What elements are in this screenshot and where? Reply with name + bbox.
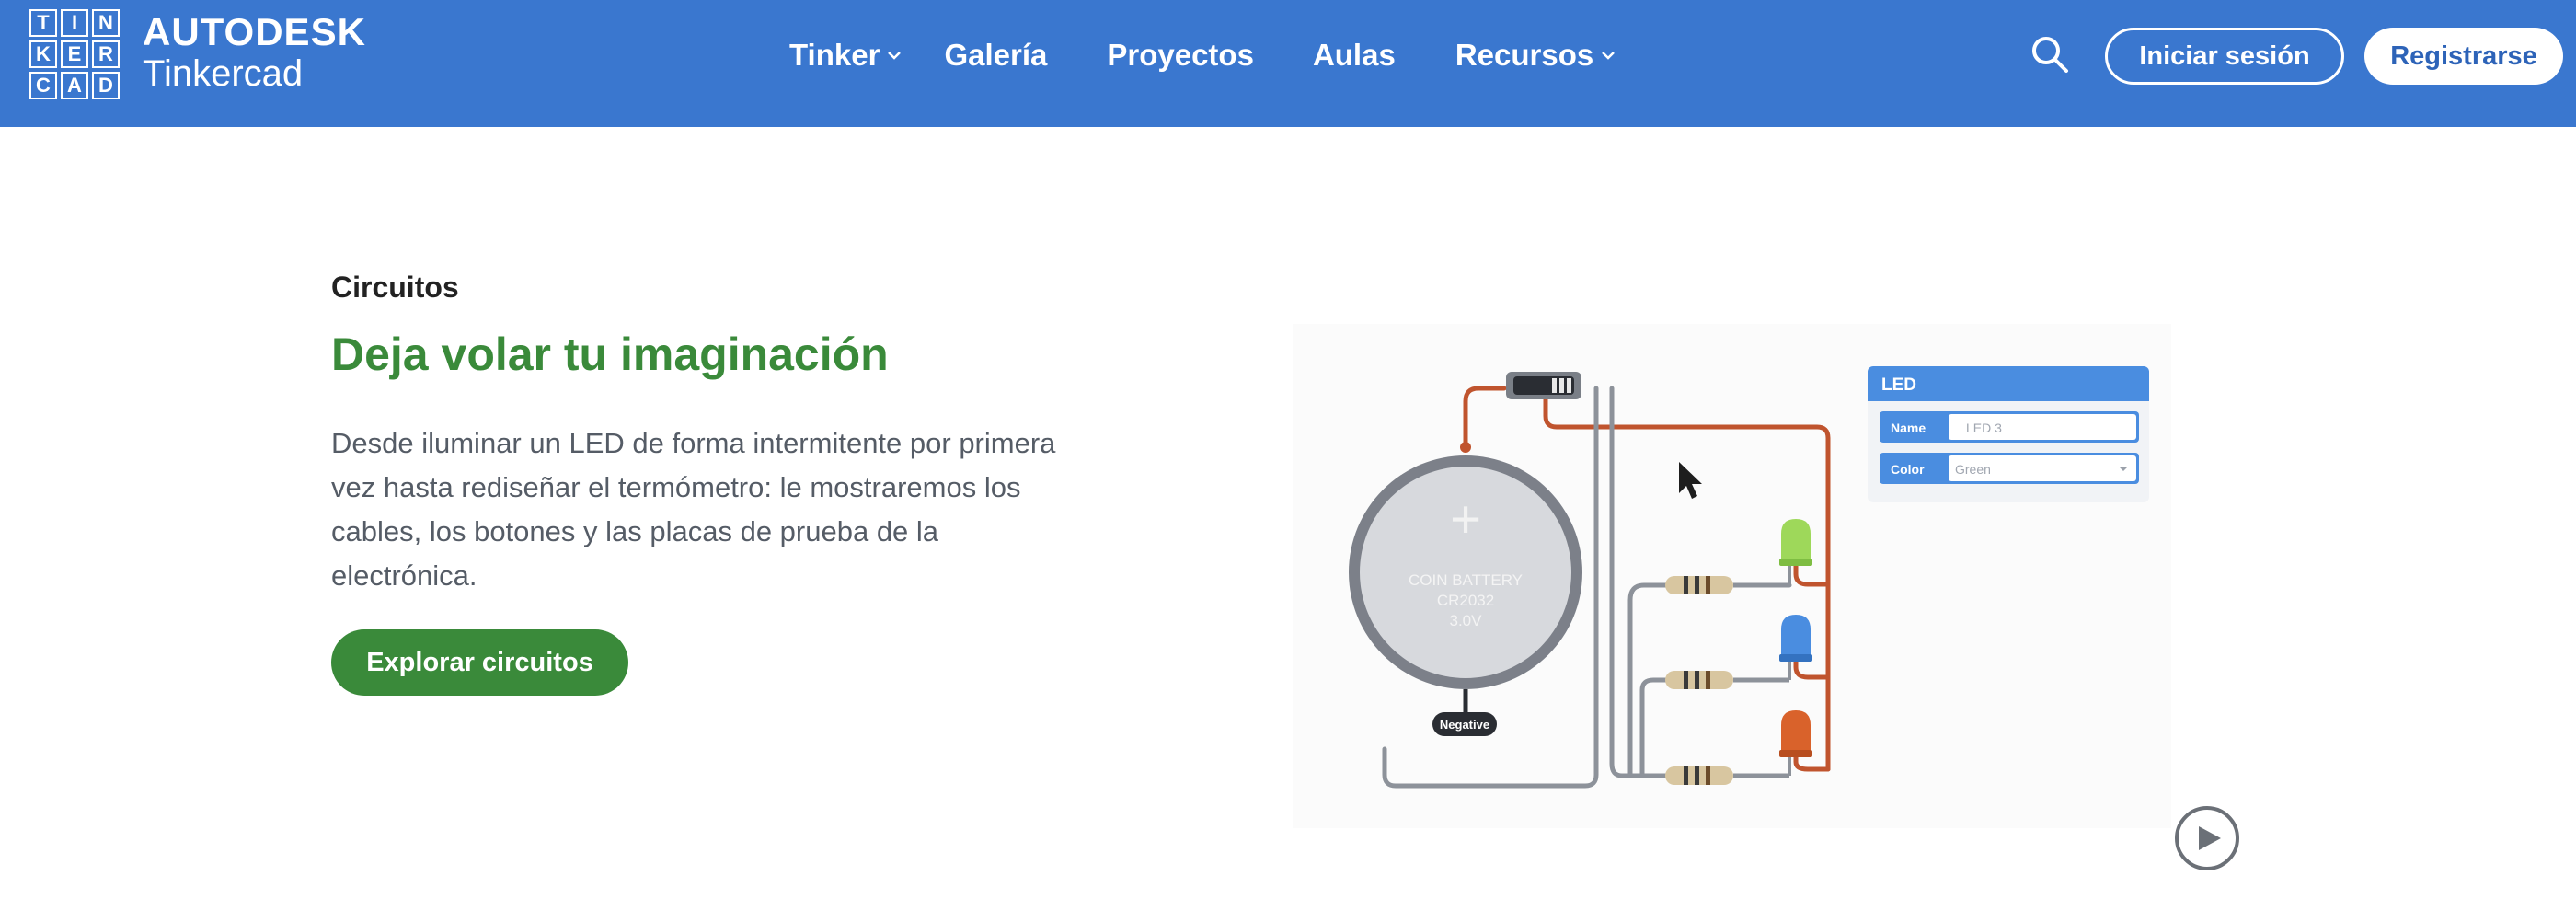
top-navigation-bar: T I N K E R C A D AUTODESK Tinkercad Tin…	[0, 0, 2576, 127]
nav-item-tinker[interactable]: Tinker	[789, 38, 902, 73]
circuit-illustration: + COIN BATTERY CR2032 3.0V Negative LED …	[1293, 324, 2171, 828]
chevron-down-icon	[1601, 51, 1616, 60]
nav-item-aulas[interactable]: Aulas	[1313, 38, 1396, 73]
nav-item-label: Recursos	[1455, 38, 1594, 72]
logo-letter: D	[92, 72, 120, 99]
name-field-label: Name	[1891, 421, 1926, 435]
nav-item-label: Tinker	[789, 38, 880, 72]
resistor	[1665, 671, 1789, 689]
color-field-label: Color	[1891, 462, 1925, 477]
section-eyebrow: Circuitos	[331, 271, 459, 304]
resistor	[1665, 576, 1789, 594]
explore-circuits-button[interactable]: Explorar circuitos	[331, 629, 628, 696]
switch-component	[1506, 372, 1581, 399]
logo-letter: I	[61, 9, 88, 37]
battery-label-line2: CR2032	[1437, 592, 1494, 609]
nav-item-recursos[interactable]: Recursos	[1455, 38, 1616, 73]
play-icon[interactable]	[2173, 804, 2241, 872]
color-field-value: Green	[1955, 462, 1991, 477]
logo-letter: A	[61, 72, 88, 99]
logo-letter: R	[92, 40, 120, 68]
panel-title: LED	[1881, 375, 1916, 395]
section-description: Desde iluminar un LED de forma intermite…	[331, 427, 1056, 592]
coin-battery: + COIN BATTERY CR2032 3.0V Negative	[1349, 442, 1582, 736]
nav-item-label: Proyectos	[1107, 38, 1254, 72]
section-headline: Deja volar tu imaginación	[331, 328, 889, 380]
battery-plus-symbol: +	[1450, 490, 1481, 549]
logo-letter: K	[29, 40, 57, 68]
logo-letter: C	[29, 72, 57, 99]
brand-name-tinkercad[interactable]: Tinkercad	[143, 55, 303, 92]
negative-terminal-label: Negative	[1440, 718, 1489, 732]
main-nav: Tinker Galería Proyectos Aulas Recursos	[789, 0, 1616, 110]
resistor	[1665, 766, 1789, 785]
nav-item-proyectos[interactable]: Proyectos	[1107, 38, 1254, 73]
register-button[interactable]: Registrarse	[2364, 28, 2563, 85]
login-button[interactable]: Iniciar sesión	[2105, 28, 2344, 85]
battery-label-line3: 3.0V	[1450, 612, 1483, 629]
logo-letter: N	[92, 9, 120, 37]
logo-letter: E	[61, 40, 88, 68]
name-field-value: LED 3	[1966, 421, 2002, 435]
chevron-down-icon	[887, 51, 902, 60]
battery-label-line1: COIN BATTERY	[1409, 571, 1523, 589]
logo-letter: T	[29, 9, 57, 37]
nav-item-label: Galería	[944, 38, 1048, 72]
led-properties-panel: LED Name LED 3 Color Green	[1868, 366, 2149, 502]
search-icon[interactable]	[2029, 33, 2071, 75]
nav-item-galeria[interactable]: Galería	[944, 38, 1047, 73]
mouse-cursor-icon	[1679, 462, 1702, 499]
nav-item-label: Aulas	[1312, 38, 1396, 72]
brand-name-autodesk[interactable]: AUTODESK	[143, 13, 366, 52]
tinkercad-logo-icon[interactable]: T I N K E R C A D	[29, 9, 120, 99]
